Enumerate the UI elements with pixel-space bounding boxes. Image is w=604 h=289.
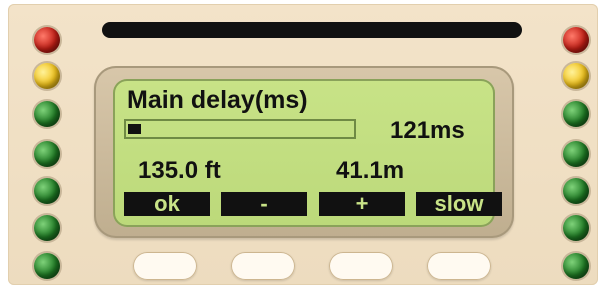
- delay-progress-fill: [128, 124, 141, 134]
- hardware-button-1[interactable]: [133, 252, 197, 280]
- led-green-indicator: [34, 141, 60, 167]
- display-title: Main delay(ms): [127, 86, 308, 114]
- delay-progress-bar: [124, 119, 356, 139]
- led-red-indicator: [34, 27, 60, 53]
- led-yellow-indicator: [563, 63, 589, 89]
- led-green-indicator: [34, 215, 60, 241]
- distance-meters: 41.1m: [336, 157, 405, 184]
- softkey-plus[interactable]: +: [319, 192, 405, 216]
- hardware-button-4[interactable]: [427, 252, 491, 280]
- led-green-indicator: [563, 178, 589, 204]
- led-green-indicator: [563, 141, 589, 167]
- hardware-button-3[interactable]: [329, 252, 393, 280]
- top-slot: [102, 22, 522, 38]
- softkey-ok[interactable]: ok: [124, 192, 210, 216]
- led-yellow-indicator: [34, 63, 60, 89]
- delay-value: 121ms: [390, 117, 465, 144]
- softkey-minus[interactable]: -: [221, 192, 307, 216]
- led-green-indicator: [34, 253, 60, 279]
- led-red-indicator: [563, 27, 589, 53]
- distance-feet: 135.0 ft: [138, 157, 221, 184]
- led-green-indicator: [563, 215, 589, 241]
- hardware-button-2[interactable]: [231, 252, 295, 280]
- led-green-indicator: [563, 101, 589, 127]
- led-green-indicator: [34, 178, 60, 204]
- led-green-indicator: [34, 101, 60, 127]
- led-green-indicator: [563, 253, 589, 279]
- softkey-slow[interactable]: slow: [416, 192, 502, 216]
